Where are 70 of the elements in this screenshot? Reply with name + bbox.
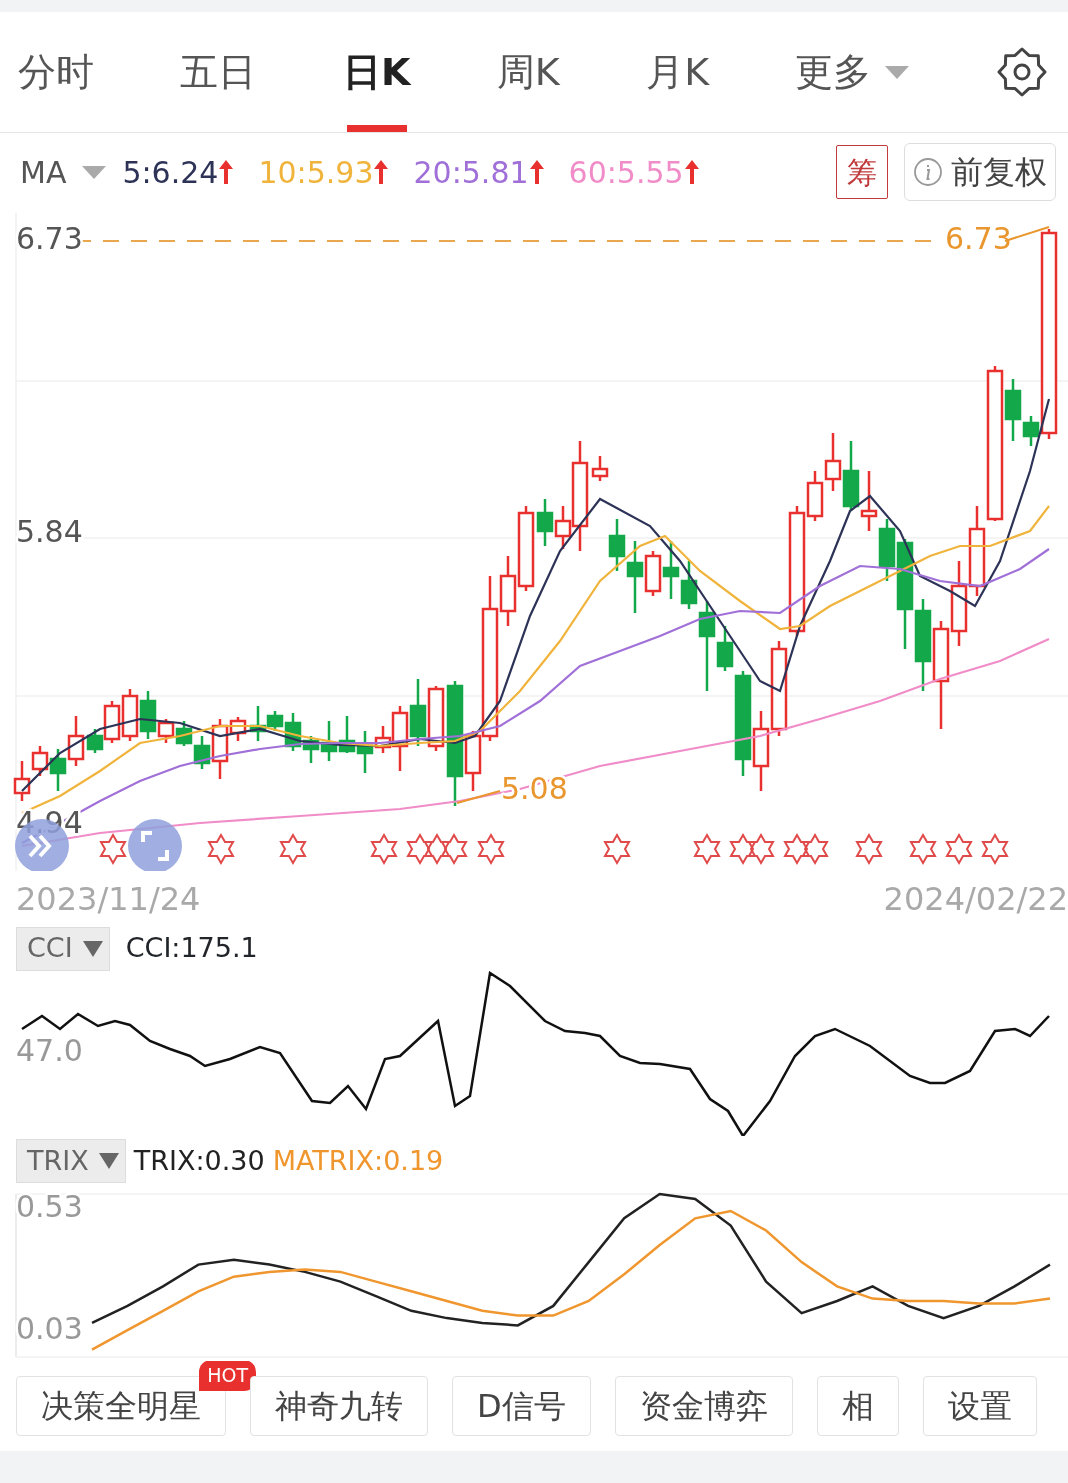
candlestick [338, 716, 356, 753]
feature-button[interactable]: D信号 [452, 1376, 591, 1436]
ma-value: 10:5.93 [258, 153, 374, 192]
axis-label: 0.03 [16, 1310, 83, 1346]
candlestick [49, 749, 67, 791]
settings-icon[interactable] [995, 46, 1048, 98]
candlestick [842, 441, 860, 511]
up-arrow-icon [683, 159, 700, 185]
ma-value: 20:5.81 [413, 153, 529, 192]
hot-badge: HOT [199, 1361, 256, 1391]
start-date: 2023/11/24 [16, 878, 201, 920]
star-marker-icon [370, 833, 398, 865]
indicator-selector[interactable]: TRIX [16, 1139, 126, 1183]
leader-line [456, 790, 501, 804]
star-marker-icon [729, 833, 757, 865]
star-marker-icon [747, 833, 775, 865]
indicator-value: TRIX:0.30 [133, 1143, 265, 1178]
tab[interactable]: 五日 [180, 12, 257, 132]
candlestick [13, 761, 31, 801]
ma-value: 60:5.55 [568, 153, 684, 192]
ma-value: 5:6.24 [122, 153, 219, 192]
candlestick [824, 433, 842, 491]
candlestick [121, 689, 139, 741]
candlestick [31, 746, 49, 776]
star-marker-icon [783, 833, 811, 865]
feature-button[interactable]: 资金博弈 [614, 1376, 793, 1436]
end-date: 2024/02/22 [883, 878, 1068, 920]
indicator-value: MATRIX:0.19 [272, 1143, 444, 1178]
star-marker-icon [207, 833, 235, 865]
candlestick [409, 679, 427, 746]
candlestick [608, 519, 626, 571]
star-marker-icon [981, 833, 1009, 865]
star-marker-icon [477, 833, 505, 865]
tab[interactable]: 分时 [18, 12, 94, 132]
star-marker-icon [945, 833, 973, 865]
dropdown-triangle-icon [885, 65, 910, 79]
feature-button[interactable]: 神奇九转 [250, 1376, 428, 1436]
star-marker-icon [423, 833, 451, 865]
feature-button[interactable]: 相 [816, 1376, 899, 1436]
high-price-label: 6.73 [945, 221, 1012, 256]
up-arrow-icon [528, 159, 545, 185]
star-marker-icon [406, 833, 434, 865]
indicator-value: CCI:175.1 [125, 931, 258, 966]
up-arrow-icon [373, 159, 390, 185]
price-axis-label: 6.73 [16, 221, 83, 256]
star-marker-icon [440, 833, 468, 865]
axis-label: 0.53 [16, 1189, 83, 1225]
star-marker-icon [909, 833, 937, 865]
star-marker-icon [279, 833, 307, 865]
star-marker-icon [693, 833, 721, 865]
tab[interactable]: 月K [646, 12, 710, 132]
candlestick [662, 541, 680, 599]
star-marker-icon [855, 833, 883, 865]
tab[interactable]: 更多 [795, 12, 910, 132]
price-axis-label: 5.84 [16, 514, 83, 549]
indicator-selector[interactable]: CCI [16, 926, 110, 971]
star-marker-icon [801, 833, 829, 865]
star-marker-icon [99, 833, 127, 865]
candlestick [591, 456, 609, 481]
axis-label: 47.0 [16, 1033, 83, 1068]
up-arrow-icon [218, 159, 235, 185]
star-marker-icon [603, 833, 631, 865]
feature-button[interactable]: 设置 [922, 1376, 1037, 1436]
info-icon [913, 157, 943, 187]
indicator-selector[interactable]: MA [20, 149, 107, 195]
candlestick [175, 721, 193, 746]
candlestick [860, 471, 878, 531]
chip-distribution-button[interactable]: 筹 [836, 145, 888, 199]
price-adjust-button[interactable]: 前复权 [904, 143, 1056, 201]
tab[interactable]: 周K [496, 12, 560, 132]
